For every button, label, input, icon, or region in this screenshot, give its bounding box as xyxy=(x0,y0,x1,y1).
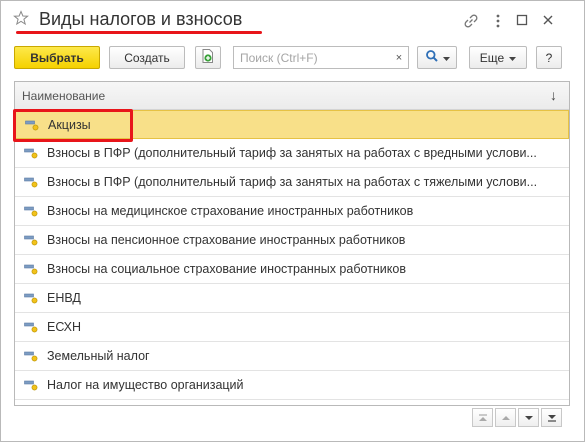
table-row[interactable]: Взносы в ПФР (дополнительный тариф за за… xyxy=(15,168,569,197)
row-label: Взносы на пенсионное страхование иностра… xyxy=(47,233,406,247)
row-label: ЕСХН xyxy=(47,320,82,334)
create-button-label: Создать xyxy=(124,50,170,65)
table-row[interactable]: Земельный налог xyxy=(15,342,569,371)
link-icon[interactable] xyxy=(463,13,478,28)
select-button-label: Выбрать xyxy=(30,50,84,65)
catalog-item-icon xyxy=(24,379,38,391)
row-label: Налог на имущество организаций xyxy=(47,378,244,392)
chevron-down-icon xyxy=(509,51,517,65)
table-header[interactable]: Наименование ↓ xyxy=(15,82,569,110)
more-vertical-icon[interactable] xyxy=(491,13,505,28)
catalog-item-icon xyxy=(25,119,39,131)
select-button[interactable]: Выбрать xyxy=(14,46,100,69)
maximize-icon[interactable] xyxy=(515,13,529,27)
more-button[interactable]: Еще xyxy=(469,46,527,69)
sort-down-icon[interactable]: ↓ xyxy=(550,87,557,103)
search-input[interactable] xyxy=(234,47,396,68)
last-page-button[interactable] xyxy=(541,408,562,427)
page-title: Виды налогов и взносов xyxy=(39,9,243,29)
next-page-button[interactable] xyxy=(518,408,539,427)
more-button-label: Еще xyxy=(479,50,505,65)
column-header-name[interactable]: Наименование xyxy=(22,89,105,103)
previous-page-button[interactable] xyxy=(495,408,516,427)
table-row[interactable]: Взносы на пенсионное страхование иностра… xyxy=(15,226,569,255)
table-row[interactable]: Взносы на социальное страхование иностра… xyxy=(15,255,569,284)
catalog-item-icon xyxy=(24,147,38,159)
row-label: Взносы на медицинское страхование иностр… xyxy=(47,204,414,218)
table-row[interactable]: Акцизы xyxy=(15,110,569,139)
catalog-item-icon xyxy=(24,321,38,333)
row-label: ЕНВД xyxy=(47,291,81,305)
row-label: Взносы в ПФР (дополнительный тариф за за… xyxy=(47,146,537,160)
close-icon[interactable] xyxy=(541,13,555,27)
catalog-item-icon xyxy=(24,205,38,217)
tax-types-table: Наименование ↓ Акцизы Взносы в ПФР (допол… xyxy=(14,81,570,406)
star-icon[interactable] xyxy=(13,10,29,26)
catalog-item-icon xyxy=(24,234,38,246)
catalog-item-icon xyxy=(24,292,38,304)
search-icon xyxy=(425,49,439,66)
title-bar: Виды налогов и взносов xyxy=(1,1,584,41)
copy-list-button[interactable] xyxy=(195,46,221,69)
add-document-icon xyxy=(200,48,216,67)
first-page-button[interactable] xyxy=(472,408,493,427)
table-row[interactable]: Взносы на медицинское страхование иностр… xyxy=(15,197,569,226)
help-button-label: ? xyxy=(545,50,553,65)
catalog-item-icon xyxy=(24,263,38,275)
help-button[interactable]: ? xyxy=(536,46,562,69)
row-label: Земельный налог xyxy=(47,349,150,363)
table-row[interactable]: Налог на имущество организаций xyxy=(15,371,569,400)
title-underline-mark xyxy=(16,31,262,34)
search-field[interactable]: × xyxy=(233,46,409,69)
first-page-icon xyxy=(478,411,488,425)
table-row[interactable]: ЕСХН xyxy=(15,313,569,342)
clear-search-button[interactable]: × xyxy=(390,47,408,68)
row-label: Взносы на социальное страхование иностра… xyxy=(47,262,406,276)
last-page-icon xyxy=(547,411,557,425)
row-label: Акцизы xyxy=(48,117,91,132)
chevron-down-icon xyxy=(442,51,450,65)
create-button[interactable]: Создать xyxy=(109,46,185,69)
catalog-item-icon xyxy=(24,350,38,362)
catalog-item-icon xyxy=(24,176,38,188)
previous-page-icon xyxy=(501,411,511,425)
table-row[interactable]: Взносы в ПФР (дополнительный тариф за за… xyxy=(15,139,569,168)
next-page-icon xyxy=(524,411,534,425)
table-row[interactable]: ЕНВД xyxy=(15,284,569,313)
table-body: Акцизы Взносы в ПФР (дополнительный тариф… xyxy=(15,110,569,400)
dialog-window: Виды налогов и взносов Выбрать Создать П… xyxy=(0,0,585,442)
row-label: Взносы в ПФР (дополнительный тариф за за… xyxy=(47,175,538,189)
search-options-button[interactable] xyxy=(417,46,457,69)
